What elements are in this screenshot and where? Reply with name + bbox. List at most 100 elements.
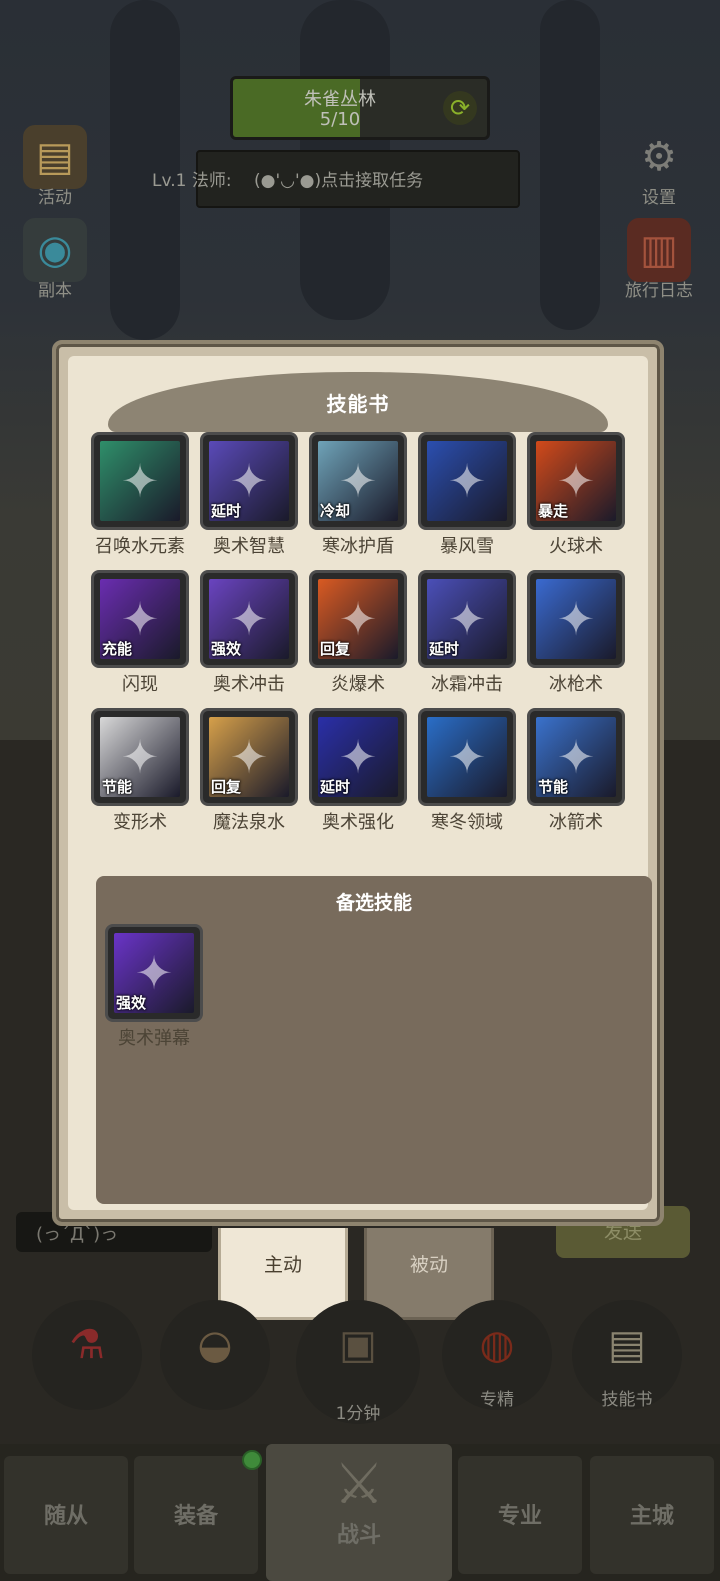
specialization-label: 专精 bbox=[480, 1390, 514, 1410]
skill-tag: 延时 bbox=[429, 640, 460, 658]
skill-slot[interactable]: ✦ 强效奥术冲击 bbox=[199, 570, 299, 696]
skill-slot[interactable]: ✦ 暴风雪 bbox=[417, 432, 517, 558]
journal-label: 旅行日志 bbox=[625, 281, 693, 301]
skill-icon-frame: ✦ 强效 bbox=[105, 924, 203, 1022]
skill-tag: 回复 bbox=[211, 778, 242, 796]
skill-name: 寒冰护盾 bbox=[322, 536, 394, 557]
skill-name: 寒冬领域 bbox=[431, 812, 503, 833]
crossed-swords-icon: ⚔ bbox=[333, 1452, 385, 1517]
nav-followers[interactable]: 随从 bbox=[4, 1456, 128, 1574]
nav-profession[interactable]: 专业 bbox=[458, 1456, 582, 1574]
skill-book-icon: ▤ bbox=[608, 1322, 646, 1368]
skill-slot[interactable]: ✦ 延时冰霜冲击 bbox=[417, 570, 517, 696]
blizzard-shards-icon: ✦ bbox=[427, 441, 507, 521]
winter-wave-icon: ✦ bbox=[427, 717, 507, 797]
journal-button[interactable]: ▥ 旅行日志 bbox=[614, 218, 704, 301]
skill-icon-frame: ✦ 延时 bbox=[418, 570, 516, 668]
settings-button[interactable]: ⚙ 设置 bbox=[614, 125, 704, 208]
dungeon-portal-icon: ◉ bbox=[23, 218, 87, 282]
quest-text: (●'◡'●)点击接取任务 bbox=[254, 171, 424, 191]
bread-button[interactable]: ◒ bbox=[160, 1300, 270, 1410]
quest-bar[interactable]: Lv.1 法师: (●'◡'●)点击接取任务 bbox=[152, 150, 520, 208]
skill-name: 冰箭术 bbox=[549, 812, 603, 833]
skill-icon-frame: ✦ 节能 bbox=[91, 708, 189, 806]
zone-name: 朱雀丛林 bbox=[304, 89, 376, 110]
settings-label: 设置 bbox=[642, 188, 676, 208]
skill-slot[interactable]: ✦ 强效奥术弹幕 bbox=[104, 924, 204, 1050]
skill-icon-frame: ✦ bbox=[418, 708, 516, 806]
nav-battle[interactable]: ⚔ 战斗 bbox=[266, 1444, 452, 1581]
alternate-skills-box: 备选技能 ✦ 强效奥术弹幕 bbox=[96, 876, 652, 1204]
skill-art-glyph: ✦ bbox=[120, 454, 160, 508]
skill-tag: 强效 bbox=[211, 640, 242, 658]
skill-slot[interactable]: ✦ 暴走 火球术 bbox=[526, 432, 626, 558]
bottom-nav: 随从 装备 ⚔ 战斗 专业 主城 bbox=[0, 1444, 720, 1581]
nav-equipment-label: 装备 bbox=[173, 1504, 218, 1529]
journal-icon: ▥ bbox=[627, 218, 691, 282]
skill-icon-frame: ✦ 冷却 bbox=[309, 432, 407, 530]
panel-title: 技能书 bbox=[326, 392, 390, 416]
alternate-skills-title: 备选技能 bbox=[335, 892, 412, 914]
skill-icon-frame: ✦ 强效 bbox=[200, 570, 298, 668]
skill-icon-frame: ✦ 回复 bbox=[309, 570, 407, 668]
event-button[interactable]: ▤ 活动 bbox=[10, 125, 100, 208]
skill-tag: 延时 bbox=[320, 778, 351, 796]
skill-slot[interactable]: ✦ 召唤水元素 bbox=[90, 432, 190, 558]
gear-icon: ⚙ bbox=[641, 134, 677, 180]
skill-name: 暴风雪 bbox=[440, 536, 494, 557]
refresh-icon[interactable]: ⟳ bbox=[443, 91, 477, 125]
skill-slot[interactable]: ✦ 节能 冰箭术 bbox=[526, 708, 626, 834]
skill-icon-frame: ✦ bbox=[418, 432, 516, 530]
skill-slot[interactable]: ✦ 寒冬领域 bbox=[417, 708, 517, 834]
specialization-button[interactable]: ◍ 专精 bbox=[442, 1300, 552, 1410]
nav-equipment[interactable]: 装备 bbox=[134, 1450, 262, 1574]
nav-battle-label: 战斗 bbox=[336, 1523, 381, 1548]
skill-icon-frame: ✦ 延时 bbox=[200, 432, 298, 530]
water-elemental-icon: ✦ bbox=[100, 441, 180, 521]
skill-name: 奥术强化 bbox=[322, 812, 394, 833]
skill-name: 冰霜冲击 bbox=[431, 674, 503, 695]
skill-name: 奥术冲击 bbox=[213, 674, 285, 695]
skill-slot[interactable]: ✦ 延时奥术强化 bbox=[308, 708, 408, 834]
skill-book-button[interactable]: ▤ 技能书 bbox=[572, 1300, 682, 1410]
skill-slot[interactable]: ✦ 节能 变形术 bbox=[90, 708, 190, 834]
skill-icon-frame: ✦ 延时 bbox=[309, 708, 407, 806]
skill-tag: 回复 bbox=[320, 640, 351, 658]
dungeon-label: 副本 bbox=[38, 281, 72, 301]
potion-button[interactable]: ⚗ bbox=[32, 1300, 142, 1410]
ice-lance-icon: ✦ bbox=[536, 579, 616, 659]
skill-slot[interactable]: ✦ 冷却寒冰护盾 bbox=[308, 432, 408, 558]
specialization-icon: ◍ bbox=[479, 1322, 515, 1368]
skill-tag: 暴走 bbox=[538, 502, 569, 520]
skill-name: 闪现 bbox=[122, 674, 158, 695]
skill-tag: 冷却 bbox=[320, 502, 351, 520]
event-board-icon: ▤ bbox=[23, 125, 87, 189]
skill-slot[interactable]: ✦ 回复 炎爆术 bbox=[308, 570, 408, 696]
skill-name: 奥术弹幕 bbox=[118, 1028, 190, 1049]
skill-name: 冰枪术 bbox=[549, 674, 603, 695]
potion-icon: ⚗ bbox=[69, 1322, 105, 1368]
zone-count: 5/10 bbox=[319, 109, 361, 130]
nav-main-city[interactable]: 主城 bbox=[590, 1456, 714, 1574]
skill-tag: 充能 bbox=[102, 640, 133, 658]
bread-icon: ◒ bbox=[197, 1322, 233, 1368]
skill-name: 魔法泉水 bbox=[213, 812, 285, 833]
skill-slot[interactable]: ✦ 回复魔法泉水 bbox=[199, 708, 299, 834]
skill-icon-frame: ✦ 回复 bbox=[200, 708, 298, 806]
skill-icon-frame: ✦ 充能 bbox=[91, 570, 189, 668]
skill-slot[interactable]: ✦ 充能闪现 bbox=[90, 570, 190, 696]
dungeon-button[interactable]: ◉ 副本 bbox=[10, 218, 100, 301]
treasure-chest-button[interactable]: ▣ 1分钟 bbox=[296, 1300, 420, 1424]
skill-slot[interactable]: ✦ 延时 奥术智慧 bbox=[199, 432, 299, 558]
event-label: 活动 bbox=[38, 188, 72, 208]
skill-icon-frame: ✦ 暴走 bbox=[527, 432, 625, 530]
skill-art-glyph: ✦ bbox=[447, 730, 487, 784]
skill-book-panel: 技能书 ✦ 召唤水元素 ✦ 延时 奥术智慧 ✦ 冷却 寒冰护盾 ✦ 暴风雪 ✦ 暴走 火球术 ✦ 充能 闪现 ✦… bbox=[52, 340, 664, 1226]
notification-badge bbox=[242, 1450, 262, 1470]
chest-timer: 1分钟 bbox=[335, 1404, 381, 1424]
panel-inner: 技能书 ✦ 召唤水元素 ✦ 延时 奥术智慧 ✦ 冷却 寒冰护盾 ✦ 暴风雪 ✦ 暴走 火球术 ✦ 充能 闪现 ✦… bbox=[68, 356, 652, 1210]
skill-tag: 节能 bbox=[538, 778, 569, 796]
skill-icon-frame: ✦ bbox=[91, 432, 189, 530]
skill-tag: 强效 bbox=[116, 994, 147, 1012]
skill-slot[interactable]: ✦ 冰枪术 bbox=[526, 570, 626, 696]
